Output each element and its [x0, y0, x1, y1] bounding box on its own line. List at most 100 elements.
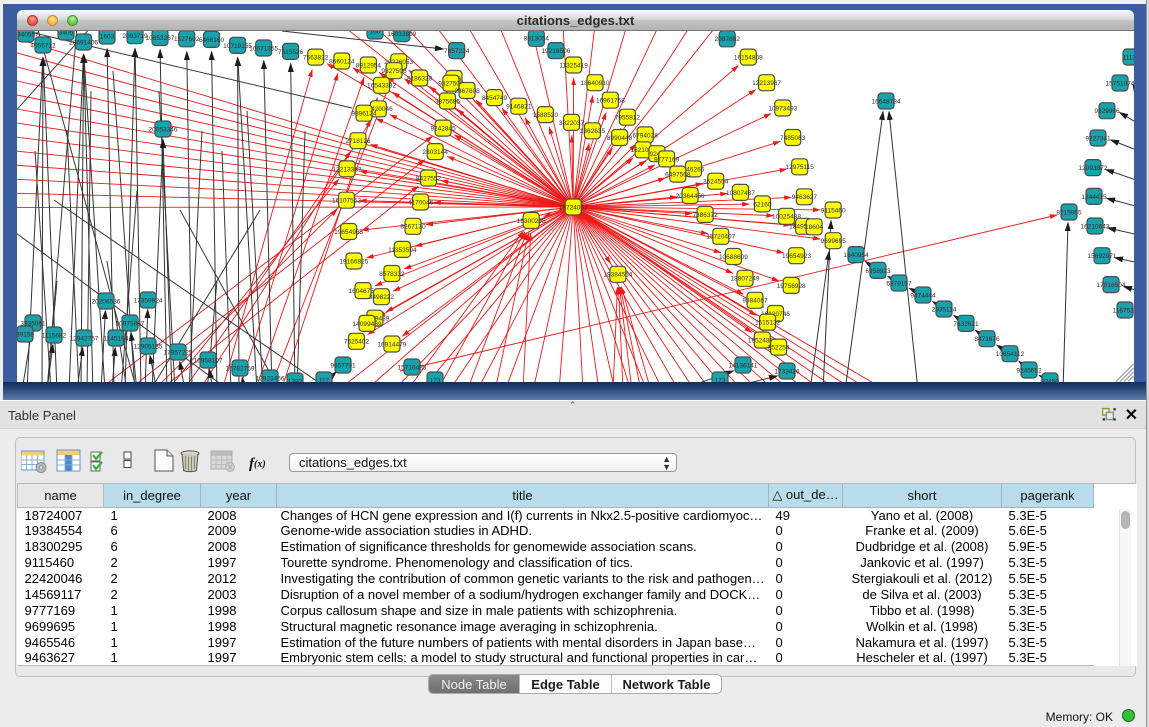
svg-text:7857224: 7857224 [444, 48, 470, 55]
svg-text:9884067: 9884067 [742, 298, 768, 305]
svg-text:6958923: 6958923 [865, 268, 891, 275]
svg-text:2803144: 2803144 [423, 149, 449, 156]
svg-text:2367608: 2367608 [454, 88, 480, 95]
svg-text:16154808: 16154808 [734, 55, 763, 62]
svg-text:12213967: 12213967 [752, 80, 781, 87]
svg-text:12213382: 12213382 [333, 166, 362, 173]
svg-text:10719155: 10719155 [223, 43, 252, 50]
svg-text:9777169: 9777169 [654, 156, 680, 163]
svg-text:16543382: 16543382 [367, 83, 396, 90]
svg-text:11353594: 11353594 [388, 247, 417, 254]
svg-text:16961758: 16961758 [596, 98, 625, 105]
svg-text:17359924: 17359924 [134, 297, 163, 304]
svg-text:1167534: 1167534 [1113, 307, 1134, 314]
svg-text:7632621: 7632621 [953, 321, 979, 328]
svg-text:10973493: 10973493 [768, 105, 797, 112]
svg-text:1615132: 1615132 [755, 320, 781, 327]
svg-text:16671355: 16671355 [249, 45, 278, 52]
svg-text:14136141: 14136141 [729, 362, 758, 369]
svg-text:8912954: 8912954 [356, 62, 382, 69]
svg-text:12942757: 12942757 [70, 335, 99, 342]
svg-text:9242845: 9242845 [430, 126, 456, 133]
svg-text:6466160: 6466160 [199, 37, 225, 44]
svg-text:16210643: 16210643 [1081, 223, 1110, 230]
svg-text:15692971: 15692971 [1088, 253, 1117, 260]
svg-text:4170046: 4170046 [408, 199, 434, 206]
svg-text:17016504: 17016504 [1097, 282, 1126, 289]
svg-text:9245652: 9245652 [1016, 367, 1042, 374]
svg-text:39159: 39159 [17, 331, 34, 338]
svg-text:12975115: 12975115 [785, 164, 814, 171]
svg-text:9699695: 9699695 [821, 238, 847, 245]
svg-text:9115460: 9115460 [821, 207, 846, 214]
svg-text:3875685: 3875685 [435, 98, 461, 105]
svg-text:10958107: 10958107 [194, 357, 223, 364]
svg-text:9146821: 9146821 [506, 104, 532, 111]
svg-text:15716485: 15716485 [398, 364, 427, 371]
svg-text:12923466: 12923466 [256, 375, 285, 382]
svg-text:10975867: 10975867 [116, 320, 145, 327]
svg-text:1115682: 1115682 [42, 332, 67, 339]
svg-text:8813054: 8813054 [524, 36, 550, 43]
svg-text:18640910: 18640910 [581, 80, 610, 87]
svg-text:7386372: 7386372 [692, 212, 718, 219]
svg-text:19654985: 19654985 [334, 229, 363, 236]
svg-text:16648784: 16648784 [872, 98, 901, 105]
svg-text:160: 160 [370, 31, 381, 35]
svg-text:9327506: 9327506 [381, 68, 407, 75]
svg-text:9657791: 9657791 [330, 362, 356, 369]
svg-text:19384554: 19384554 [603, 272, 632, 279]
svg-text:18807249: 18807249 [731, 276, 760, 283]
svg-text:92450: 92450 [1041, 378, 1059, 382]
svg-text:20206536: 20206536 [92, 298, 121, 305]
svg-text:15751074: 15751074 [1106, 80, 1134, 87]
svg-text:9227341: 9227341 [1085, 135, 1111, 142]
svg-text:8215955: 8215955 [1056, 209, 1082, 216]
svg-text:8186328: 8186328 [407, 75, 433, 82]
svg-text:1292: 1292 [288, 378, 303, 382]
svg-text:1362635: 1362635 [580, 128, 606, 135]
svg-text:20053346: 20053346 [149, 126, 178, 133]
svg-text:8578332: 8578332 [379, 271, 405, 278]
svg-text:10807487: 10807487 [726, 190, 755, 197]
svg-text:11325419: 11325419 [559, 62, 588, 69]
svg-text:1588520: 1588520 [533, 112, 559, 119]
svg-text:9329966: 9329966 [1094, 108, 1120, 115]
svg-text:7625402: 7625402 [344, 339, 370, 346]
svg-text:19166825: 19166825 [339, 258, 368, 265]
svg-text:18300295: 18300295 [517, 218, 546, 225]
svg-text:7515526: 7515526 [278, 49, 304, 56]
svg-text:8454749: 8454749 [482, 95, 508, 102]
svg-text:20691406: 20691406 [69, 39, 98, 46]
svg-text:18724007: 18724007 [559, 204, 588, 211]
svg-text:3405: 3405 [59, 31, 74, 36]
svg-text:10688609: 10688609 [719, 254, 748, 261]
svg-text:2935114: 2935114 [932, 306, 957, 313]
svg-text:117: 117 [319, 377, 330, 382]
svg-text:16107552: 16107552 [332, 198, 361, 205]
svg-text:12905135: 12905135 [134, 343, 163, 350]
svg-text:1733426: 1733426 [774, 368, 800, 375]
svg-text:9463627: 9463627 [792, 194, 818, 201]
svg-text:8267130: 8267130 [400, 224, 426, 231]
svg-text:252254: 252254 [768, 345, 790, 352]
svg-text:7485063: 7485063 [780, 135, 806, 142]
svg-text:4055712: 4055712 [30, 42, 56, 49]
svg-text:8660124: 8660124 [329, 58, 355, 65]
svg-text:16033809: 16033809 [387, 31, 416, 38]
svg-text:1244415: 1244415 [1081, 194, 1107, 201]
svg-text:3822037: 3822037 [559, 120, 585, 127]
svg-text:2087682: 2087682 [715, 36, 741, 43]
svg-text:8471676: 8471676 [974, 336, 1000, 343]
svg-text:7663822: 7663822 [303, 55, 329, 62]
svg-text:9474444: 9474444 [910, 292, 936, 299]
svg-text:1145194: 1145194 [104, 335, 129, 342]
svg-text:8990448: 8990448 [607, 135, 633, 142]
svg-text:15720407: 15720407 [706, 234, 735, 241]
svg-text:1603: 1603 [100, 33, 115, 40]
svg-text:18604: 18604 [805, 224, 823, 231]
svg-text:19654923: 19654923 [782, 253, 811, 260]
svg-text:6794028: 6794028 [633, 132, 659, 139]
svg-text:1527602: 1527602 [174, 36, 200, 43]
svg-text:19218506: 19218506 [541, 48, 570, 55]
